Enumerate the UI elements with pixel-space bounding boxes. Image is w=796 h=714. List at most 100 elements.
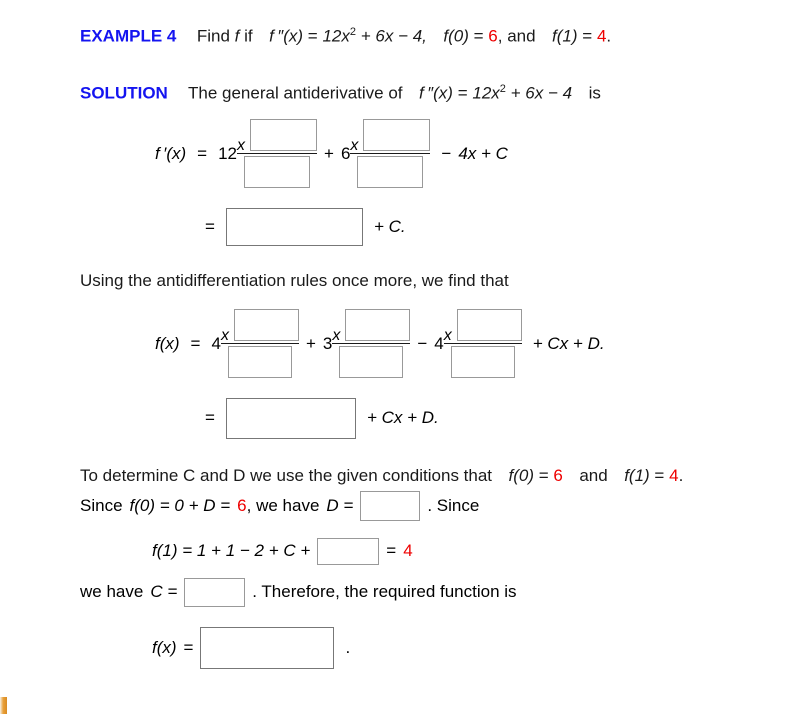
eq1-term2-fraction: x: [350, 117, 431, 192]
eq4-answer-box[interactable]: [225, 397, 356, 439]
eq1-operator-1: +: [324, 144, 334, 163]
eq4-equals: =: [205, 408, 215, 427]
eq5-box[interactable]: [317, 537, 380, 565]
eq3-term1-denominator-box[interactable]: [227, 345, 292, 378]
d-label: D =: [326, 496, 354, 515]
eq3-term1-fraction: x: [220, 307, 299, 382]
determine-val-2: 4: [669, 466, 679, 485]
eq3-term2-coefficient: 3: [322, 334, 333, 353]
determine-eq-2: =: [654, 466, 665, 485]
eq1-term2-numerator: x: [350, 117, 431, 154]
eq3-term2-fraction: x: [332, 307, 411, 382]
eq3-operator-2: −: [417, 334, 428, 353]
eq2-answer-box[interactable]: [225, 208, 363, 246]
eq3-term3-base: x: [443, 326, 452, 344]
solution-f-double-prime: f ″(x): [419, 83, 453, 103]
c-label: C =: [150, 582, 178, 601]
c-value-box[interactable]: [184, 577, 246, 607]
eq3-term3-coefficient: 4: [434, 334, 444, 353]
determine-and: and: [579, 466, 608, 485]
eq6-lhs: f(x): [152, 638, 177, 657]
eq1-term1-base: x: [237, 136, 245, 154]
eq3-term3-denominator-box[interactable]: [450, 345, 515, 378]
eq3-term2-denominator-box[interactable]: [339, 345, 404, 378]
expression-rest: + 6x − 4,: [360, 26, 427, 46]
therefore-text: . Therefore, the required function is: [252, 582, 517, 601]
equation-f-answer-row: = + Cx + D.: [205, 397, 439, 439]
equation-final-row: f(x) = .: [152, 627, 350, 669]
worksheet-page: EXAMPLE 4 Find f if f ″(x) = 12x2 + 6x −…: [0, 0, 796, 714]
eq1-lhs: f ′(x): [155, 144, 187, 163]
equals-sign: =: [307, 26, 318, 46]
we-have-label: we have: [80, 582, 144, 601]
eq1-tail: 4x + C: [458, 144, 508, 163]
condition-2-equals: =: [582, 26, 593, 46]
prompt-if: if: [244, 26, 253, 46]
since-text-c: . Since: [427, 496, 480, 515]
eq1-term1-denominator-box[interactable]: [244, 155, 310, 188]
solution-intro-text: The general antiderivative of: [188, 83, 403, 103]
eq3-tail: + Cx + D.: [532, 334, 605, 353]
example-label: EXAMPLE 4: [80, 26, 177, 46]
eq1-equals: =: [197, 144, 208, 163]
eq3-term1-coefficient: 4: [211, 334, 221, 353]
eq3-term1-denominator: [221, 344, 299, 382]
eq1-term2-denominator-box[interactable]: [357, 155, 424, 188]
determine-line-1: To determine C and D we use the given co…: [80, 466, 683, 486]
condition-1-value: 6: [488, 26, 498, 46]
since-value: 6: [237, 496, 247, 515]
solution-label: SOLUTION: [80, 83, 168, 103]
condition-1-function: f(0): [443, 26, 469, 46]
d-value-box[interactable]: [360, 491, 421, 521]
eq1-term1-numerator: x: [237, 117, 317, 154]
determine-fn-2: f(1): [624, 466, 650, 485]
eq5-value: 4: [403, 541, 413, 560]
eq1-term1-coefficient: 12: [218, 144, 237, 163]
prompt-find: Find: [196, 26, 230, 46]
condition-1-equals: =: [473, 26, 484, 46]
solution-expression-rest: + 6x − 4: [510, 83, 573, 103]
eq3-term3-fraction: x: [443, 307, 522, 382]
condition-2-function: f(1): [552, 26, 578, 46]
equation-f-prime-answer-row: = + C.: [205, 208, 406, 246]
eq1-term2-base: x: [350, 136, 359, 154]
determine-period: .: [678, 466, 684, 485]
eq6-equals: =: [183, 638, 194, 657]
determine-eq-1: =: [538, 466, 549, 485]
eq2-tail: + C.: [373, 217, 406, 236]
eq3-term1-numerator: x: [221, 307, 299, 344]
eq3-lhs: f(x): [155, 334, 180, 353]
eq3-term2-numerator: x: [332, 307, 411, 344]
eq3-term3-denominator: [444, 344, 522, 382]
eq1-term2-exponent-box[interactable]: [363, 118, 431, 151]
eq3-term3-numerator: x: [443, 307, 522, 344]
eq3-term2-exponent-box[interactable]: [345, 308, 411, 341]
eq6-answer-box[interactable]: [200, 627, 335, 669]
eq3-term2-denominator: [332, 344, 410, 382]
solution-expression-lead: 12x: [472, 83, 500, 103]
eq1-term1-fraction: x: [237, 117, 317, 192]
equation-f-row: f(x) = 4 x + 3 x − 4 x + Cx + D.: [155, 308, 605, 380]
example-heading-line: EXAMPLE 4 Find f if f ″(x) = 12x2 + 6x −…: [80, 22, 611, 47]
solution-expression-exponent: 2: [499, 83, 506, 95]
page-corner-marker: [0, 697, 7, 714]
since-expression: f(0) = 0 + D =: [129, 496, 231, 515]
prompt-f: f: [234, 26, 240, 46]
since-text-b: , we have: [246, 496, 320, 515]
solution-intro-is: is: [588, 83, 601, 103]
conjunction: , and: [497, 26, 536, 46]
f-double-prime: f ″(x): [269, 26, 304, 46]
determine-val-1: 6: [553, 466, 563, 485]
eq1-term1-denominator: [237, 154, 317, 192]
eq1-term1-exponent-box[interactable]: [250, 118, 317, 151]
eq1-term2-coefficient: 6: [340, 144, 351, 163]
we-have-c-line: we have C = . Therefore, the required fu…: [80, 577, 517, 607]
condition-2-value: 4: [596, 26, 607, 46]
eq5-lhs: f(1) = 1 + 1 − 2 + C +: [152, 541, 311, 560]
period: .: [606, 26, 612, 46]
eq5-equals: =: [386, 541, 397, 560]
eq3-term3-exponent-box[interactable]: [456, 308, 522, 341]
eq4-tail: + Cx + D.: [366, 408, 439, 427]
eq3-term1-exponent-box[interactable]: [233, 308, 299, 341]
equation-f-prime-row: f ′(x) = 12 x + 6 x − 4x + C: [155, 118, 508, 190]
